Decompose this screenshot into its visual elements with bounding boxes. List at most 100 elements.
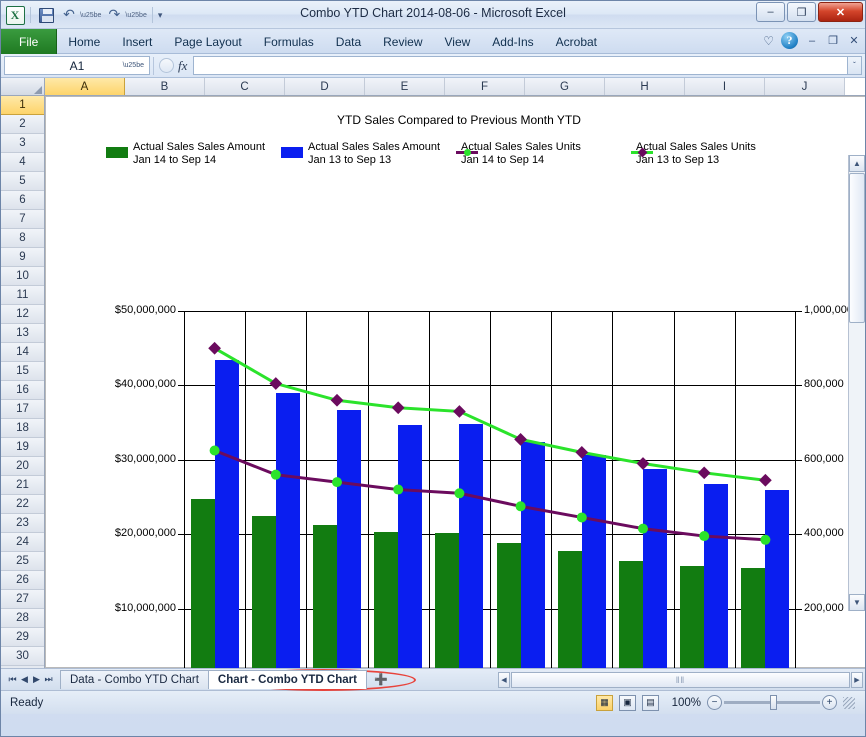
row-header-30[interactable]: 30 <box>1 647 44 666</box>
row-header-20[interactable]: 20 <box>1 457 44 476</box>
ribbon-tab-home[interactable]: Home <box>57 29 111 54</box>
line-series-marker[interactable] <box>391 401 405 415</box>
line-series-marker[interactable] <box>638 523 648 534</box>
line-series-marker[interactable] <box>575 445 589 459</box>
row-header-18[interactable]: 18 <box>1 419 44 438</box>
row-header-19[interactable]: 19 <box>1 438 44 457</box>
column-header-e[interactable]: E <box>365 78 445 95</box>
select-all-corner[interactable] <box>1 78 44 96</box>
legend-entry-amount-jan13[interactable]: Actual Sales Sales Amount Jan 13 to Sep … <box>281 141 456 166</box>
insert-function-icon[interactable]: fx <box>178 58 187 74</box>
minimize-button[interactable]: – <box>756 2 785 22</box>
row-header-3[interactable]: 3 <box>1 134 44 153</box>
line-series-marker[interactable] <box>454 488 465 499</box>
line-series-marker[interactable] <box>208 341 221 355</box>
row-header-2[interactable]: 2 <box>1 115 44 134</box>
heart-icon[interactable]: ♡ <box>763 34 774 48</box>
legend-entry-amount-jan14[interactable]: Actual Sales Sales Amount Jan 14 to Sep … <box>106 141 281 166</box>
zoom-in-button[interactable]: + <box>822 695 837 710</box>
row-header-4[interactable]: 4 <box>1 153 44 172</box>
column-header-h[interactable]: H <box>605 78 685 95</box>
row-header-14[interactable]: 14 <box>1 343 44 362</box>
line-series-marker[interactable] <box>759 473 772 487</box>
column-header-d[interactable]: D <box>285 78 365 95</box>
line-series-marker[interactable] <box>760 534 771 545</box>
row-header-8[interactable]: 8 <box>1 229 44 248</box>
ribbon-tab-data[interactable]: Data <box>325 29 372 54</box>
restore-workbook-icon[interactable]: ❐ <box>826 34 840 47</box>
row-header-10[interactable]: 10 <box>1 267 44 286</box>
row-header-23[interactable]: 23 <box>1 514 44 533</box>
plot-area[interactable]: 101106BEWO101106JEWO101106IEWO1011061011… <box>178 311 802 668</box>
row-header-12[interactable]: 12 <box>1 305 44 324</box>
ribbon-tab-acrobat[interactable]: Acrobat <box>545 29 608 54</box>
row-header-25[interactable]: 25 <box>1 552 44 571</box>
zoom-out-button[interactable]: − <box>707 695 722 710</box>
row-header-22[interactable]: 22 <box>1 495 44 514</box>
column-header-b[interactable]: B <box>125 78 205 95</box>
formula-input[interactable] <box>193 56 847 75</box>
line-series-marker[interactable] <box>269 377 283 390</box>
row-header-7[interactable]: 7 <box>1 210 44 229</box>
row-header-26[interactable]: 26 <box>1 571 44 590</box>
line-series-marker[interactable] <box>636 457 650 470</box>
row-header-9[interactable]: 9 <box>1 248 44 267</box>
line-series-marker[interactable] <box>332 477 342 488</box>
row-header-28[interactable]: 28 <box>1 609 44 628</box>
line-series-path[interactable] <box>214 449 766 542</box>
first-sheet-icon[interactable]: ⏮ <box>7 674 18 685</box>
line-series-marker[interactable] <box>576 512 587 523</box>
row-header-5[interactable]: 5 <box>1 172 44 191</box>
sheet-tab-chart[interactable]: Chart - Combo YTD Chart <box>207 670 367 689</box>
minimize-ribbon-icon[interactable]: – <box>805 35 819 47</box>
zoom-thumb[interactable] <box>770 695 778 710</box>
vertical-scroll-thumb[interactable] <box>849 173 865 323</box>
column-header-g[interactable]: G <box>525 78 605 95</box>
zoom-level[interactable]: 100% <box>665 697 701 709</box>
page-layout-view-button[interactable]: ▣ <box>619 694 636 711</box>
ribbon-tab-review[interactable]: Review <box>372 29 433 54</box>
ribbon-tab-page-layout[interactable]: Page Layout <box>163 29 252 54</box>
line-series-marker[interactable] <box>453 405 466 418</box>
row-header-21[interactable]: 21 <box>1 476 44 495</box>
resize-grip[interactable] <box>843 696 855 709</box>
column-header-f[interactable]: F <box>445 78 525 95</box>
horizontal-scrollbar[interactable]: ◀ ‖‖ ▶ <box>498 671 863 688</box>
line-series-path[interactable] <box>213 346 766 482</box>
row-header-27[interactable]: 27 <box>1 590 44 609</box>
row-header-29[interactable]: 29 <box>1 628 44 647</box>
normal-view-button[interactable]: ▦ <box>596 694 613 711</box>
line-series-marker[interactable] <box>697 466 711 480</box>
help-icon[interactable]: ? <box>781 32 798 49</box>
restore-button[interactable]: ❐ <box>787 2 816 22</box>
insert-worksheet-icon[interactable]: ➕ <box>366 673 396 686</box>
line-series-marker[interactable] <box>330 393 344 407</box>
row-header-15[interactable]: 15 <box>1 362 44 381</box>
hscroll-left-button[interactable]: ◀ <box>498 671 510 688</box>
line-series-marker[interactable] <box>393 484 404 495</box>
zoom-track[interactable] <box>724 695 820 710</box>
legend-entry-units-jan13[interactable]: Actual Sales Sales Units Jan 13 to Sep 1… <box>631 141 806 166</box>
ribbon-tab-add-ins[interactable]: Add-Ins <box>481 29 544 54</box>
line-series-marker[interactable] <box>270 469 281 480</box>
chart-object[interactable]: YTD Sales Compared to Previous Month YTD… <box>45 96 865 668</box>
expand-formula-bar-icon[interactable]: ˇ <box>847 56 862 75</box>
scroll-down-button[interactable]: ▼ <box>849 594 865 611</box>
vertical-scrollbar[interactable]: ▲ ▼ <box>848 155 865 611</box>
row-header-24[interactable]: 24 <box>1 533 44 552</box>
prev-sheet-icon[interactable]: ◀ <box>19 674 30 685</box>
name-box[interactable]: A1 \u25be <box>4 56 150 75</box>
line-series-marker[interactable] <box>699 531 710 542</box>
column-header-c[interactable]: C <box>205 78 285 95</box>
horizontal-scroll-thumb[interactable]: ‖‖ <box>511 671 850 688</box>
line-series-marker[interactable] <box>515 501 526 512</box>
row-header-1[interactable]: 1 <box>1 96 44 115</box>
column-header-a[interactable]: A <box>45 78 125 95</box>
ribbon-tab-file[interactable]: File <box>1 29 58 54</box>
row-header-13[interactable]: 13 <box>1 324 44 343</box>
close-button[interactable]: ✕ <box>818 2 863 22</box>
cancel-formula-icon[interactable] <box>159 58 174 73</box>
sheet-tab-data[interactable]: Data - Combo YTD Chart <box>60 670 209 689</box>
ribbon-tab-view[interactable]: View <box>434 29 482 54</box>
name-box-dropdown-icon[interactable]: \u25be <box>123 62 144 69</box>
